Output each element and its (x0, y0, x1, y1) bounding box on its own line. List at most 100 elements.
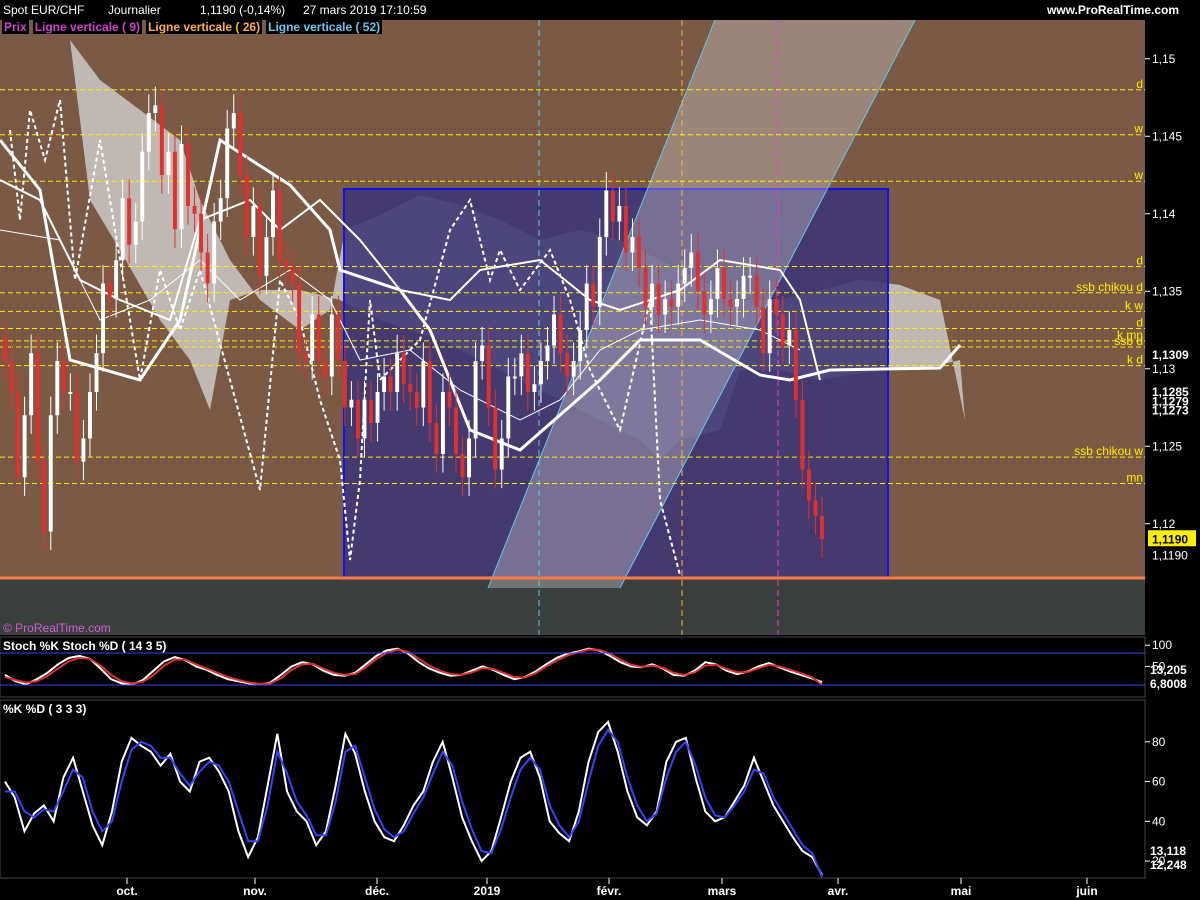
candle-body (427, 361, 432, 423)
candle-body (395, 353, 400, 392)
candle-body (650, 283, 655, 307)
price-tick-label: 1,13 (1152, 362, 1176, 376)
tick-label: 40 (1152, 814, 1166, 828)
candle-body (166, 151, 171, 175)
candle-body (192, 206, 197, 214)
time-label: févr. (597, 884, 622, 898)
candle-body (9, 361, 14, 392)
candle-body (682, 268, 687, 284)
candle-body (22, 415, 27, 478)
candle-body (552, 314, 556, 346)
candle-body (637, 237, 641, 268)
candle-body (721, 268, 726, 299)
candle-body (695, 252, 700, 292)
tick-label: 60 (1152, 775, 1166, 789)
candle-body (735, 299, 739, 307)
candle-body (186, 144, 190, 206)
candle-body (179, 144, 184, 230)
candle-body (584, 283, 589, 330)
chart-canvas: dwwdssb chikou dk wdk mnssb dk dssb chik… (0, 19, 1200, 898)
candle-body (369, 399, 373, 423)
candle-body (342, 361, 347, 408)
candle-body (800, 399, 805, 470)
legend-vline-26[interactable]: Ligne verticale ( 26) (146, 20, 263, 34)
candle-body (630, 237, 635, 253)
candle-body (114, 260, 119, 299)
candle-body (571, 361, 576, 377)
candle-body (414, 392, 419, 408)
candle-body (349, 399, 354, 408)
candle-body (421, 361, 426, 408)
candle-body (460, 454, 465, 478)
candle-body (244, 175, 249, 237)
price-tick-label: 1,125 (1152, 439, 1182, 453)
time-axis: oct. nov. déc. 2019 févr. mars avr. mai juin (116, 878, 1098, 898)
candle-body (813, 500, 818, 516)
last-value: 6,8008 (1150, 677, 1187, 691)
candle-body (159, 105, 164, 175)
candle-body (467, 438, 472, 478)
candle-body (728, 299, 733, 307)
legend-vline-9[interactable]: Ligne verticale ( 9) (32, 20, 143, 34)
candle-body (512, 376, 517, 379)
candle-body (480, 345, 485, 361)
candle-body (375, 392, 380, 423)
candle-body (153, 105, 158, 113)
candle-body (127, 198, 132, 245)
candle-body (257, 206, 262, 276)
candle-body (199, 213, 204, 253)
candle-body (663, 299, 668, 315)
candle-body (68, 392, 73, 394)
candle-body (225, 128, 230, 199)
level-label: d (1136, 77, 1143, 91)
candle-body (42, 461, 47, 532)
price-tick-label: 1,135 (1152, 284, 1182, 298)
level-label: k d (1127, 353, 1143, 367)
price-tick-label: 1,12 (1152, 517, 1176, 531)
candle-body (284, 260, 289, 268)
candle-body (94, 353, 99, 392)
candle-body (146, 113, 151, 152)
candle-body (382, 376, 387, 392)
time-label: déc. (365, 884, 389, 898)
level-label: ssb chikou w (1074, 444, 1143, 458)
candle-body (754, 275, 759, 307)
level-label: d (1136, 253, 1143, 267)
candle-body (591, 283, 596, 307)
candle-body (271, 190, 275, 237)
candle-body (297, 283, 302, 354)
candle-body (81, 438, 86, 462)
candle-body (506, 376, 511, 439)
candle-body (74, 392, 79, 462)
candle-body (519, 353, 524, 377)
level-label: w (1133, 122, 1143, 136)
indicator-legend: Prix Ligne verticale ( 9) Ligne verticale … (2, 20, 386, 34)
candle-body (702, 291, 707, 315)
candle-body (780, 314, 785, 346)
candle-body (741, 275, 746, 299)
price-panel: dwwdssb chikou dk wdk mnssb dk dssb chik… (0, 19, 1145, 635)
candle-body (748, 275, 753, 278)
candle-body (16, 392, 21, 478)
candle-body (101, 283, 106, 354)
candle-body (355, 399, 360, 439)
candle-body (493, 407, 498, 470)
candle-body (761, 306, 766, 354)
candle-body (623, 206, 628, 253)
candle-body (708, 299, 713, 315)
candle-body (820, 516, 824, 540)
candle-body (793, 330, 798, 400)
candle-body (140, 151, 145, 222)
candle-body (55, 361, 60, 416)
candle-body (774, 299, 779, 315)
candle-body (545, 345, 550, 361)
candle-body (329, 314, 334, 377)
price-tick-label: 1,15 (1152, 52, 1176, 66)
legend-vline-52[interactable]: Ligne verticale ( 52) (266, 20, 383, 34)
level-label: k w (1125, 298, 1143, 312)
candle-body (316, 314, 321, 361)
price-label: 1,1190 (1152, 532, 1188, 546)
candle-body (120, 198, 125, 261)
legend-price[interactable]: Prix (2, 20, 29, 34)
candle-body (277, 190, 282, 261)
